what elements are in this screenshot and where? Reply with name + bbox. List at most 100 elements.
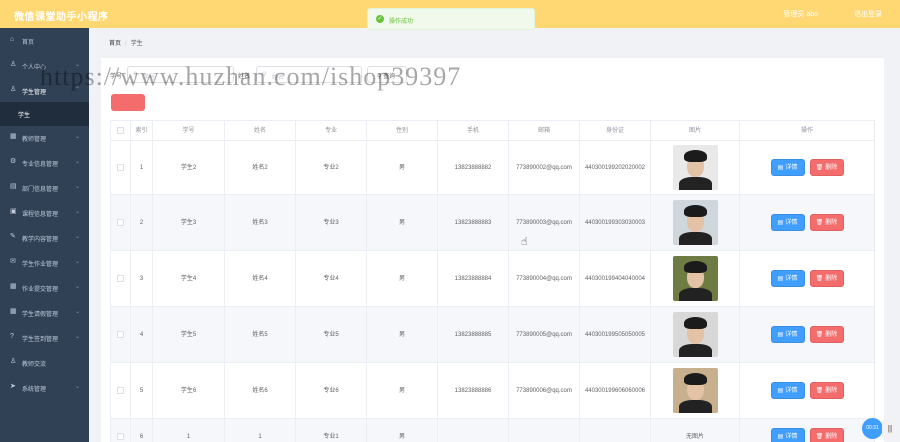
cell-email — [509, 419, 580, 442]
sidebar-item-teacher-exchange[interactable]: ♙ 教师交流 — [0, 350, 89, 375]
cell-id-card: 440300199202020002 — [580, 141, 651, 194]
row-checkbox[interactable] — [117, 164, 124, 171]
student-photo — [672, 256, 718, 301]
cell-photo — [651, 307, 740, 362]
query-button-label: ⚲ 查询 — [377, 71, 395, 80]
row-checkbox[interactable] — [117, 433, 124, 440]
cell-email: 773890003@qq.com — [509, 195, 580, 250]
delete-icon: 🗑 — [815, 331, 824, 338]
detail-icon: ▤ — [777, 275, 784, 282]
send-icon: ➤ — [10, 383, 16, 390]
sidebar-subitem-student[interactable]: 学生 — [0, 102, 89, 126]
sidebar-item-homework-management[interactable]: ✉ 学生作业管理 ⌄ — [0, 250, 89, 275]
row-checkbox[interactable] — [117, 387, 124, 394]
table-header: 索引 学号 姓名 专业 性别 手机 邮箱 身份证 图片 操作 — [111, 121, 874, 141]
cell-actions: ▤ 详情 🗑 删除 — [740, 419, 874, 442]
cell-student-id: 学生3 — [153, 195, 225, 250]
sidebar-item-label: 首页 — [22, 40, 35, 46]
select-all-cell — [111, 121, 131, 141]
cell-student-id: 1 — [153, 419, 225, 442]
chevron-down-icon: ⌄ — [74, 334, 80, 340]
col-header-major: 专业 — [296, 121, 367, 141]
home-icon: ⌂ — [10, 36, 15, 43]
detail-button-label: 详情 — [785, 275, 798, 282]
delete-button[interactable]: 🗑 删除 — [809, 326, 844, 343]
detail-button[interactable]: ▤ 详情 — [770, 214, 805, 231]
sidebar-item-department-management[interactable]: ▤ 部门信息管理 ⌄ — [0, 175, 89, 200]
col-header-index: 索引 — [131, 121, 153, 141]
delete-icon: 🗑 — [815, 387, 824, 394]
row-checkbox[interactable] — [117, 275, 124, 282]
detail-button[interactable]: ▤ 详情 — [770, 159, 805, 176]
sidebar-item-profile[interactable]: ♙ 个人中心 ⌄ — [0, 53, 89, 78]
sidebar-item-label: 专业信息管理 — [22, 162, 59, 168]
breadcrumb-home[interactable]: 首页 — [109, 41, 121, 47]
row-checkbox[interactable] — [117, 331, 124, 338]
chevron-down-icon: ⌄ — [74, 209, 80, 215]
book-icon: ✎ — [10, 233, 16, 240]
cell-actions: ▤ 详情 🗑 删除 — [740, 307, 874, 362]
cell-photo: 无图片 — [651, 419, 740, 442]
cell-major: 专业3 — [296, 195, 367, 250]
logout-link[interactable]: 退出登录 — [854, 9, 882, 19]
cell-actions: ▤ 详情 🗑 删除 — [740, 141, 874, 194]
sidebar-item-leave-management[interactable]: ▦ 学生请假管理 ⌄ — [0, 300, 89, 325]
delete-button[interactable]: 🗑 删除 — [809, 159, 844, 176]
cell-phone: 13823888885 — [438, 307, 509, 362]
sidebar-item-student-management[interactable]: ♙ 学生管理 ⌃ — [0, 78, 89, 103]
detail-button[interactable]: ▤ 详情 — [770, 428, 805, 442]
sidebar-item-label: 学生 — [18, 113, 31, 119]
detail-button[interactable]: ▤ 详情 — [770, 270, 805, 287]
sidebar-item-course-management[interactable]: ▣ 课程信息管理 ⌄ — [0, 200, 89, 225]
sidebar-item-home[interactable]: ⌂ 首页 — [0, 28, 89, 53]
user-icon: ♙ — [10, 358, 17, 365]
student-id-placeholder: 学号 — [143, 75, 156, 81]
detail-button-label: 详情 — [785, 433, 798, 440]
row-select-cell — [111, 251, 131, 306]
select-all-checkbox[interactable] — [117, 127, 124, 134]
pause-icon[interactable]: || — [882, 420, 898, 438]
cell-gender: 男 — [367, 363, 438, 418]
chevron-down-icon: ⌄ — [74, 62, 80, 68]
cell-major: 专业1 — [296, 419, 367, 442]
detail-button[interactable]: ▤ 详情 — [770, 326, 805, 343]
row-select-cell — [111, 195, 131, 250]
delete-button[interactable]: 🗑 删除 — [809, 214, 844, 231]
cell-name: 姓名2 — [225, 141, 296, 194]
detail-button[interactable]: ▤ 详情 — [770, 382, 805, 399]
student-photo — [672, 368, 718, 413]
sidebar-item-submission-management[interactable]: ▦ 作业提交管理 ⌄ — [0, 275, 89, 300]
delete-button[interactable]: 🗑 删除 — [809, 382, 844, 399]
col-header-email: 邮箱 — [509, 121, 580, 141]
delete-button[interactable]: 🗑 删除 — [809, 428, 844, 442]
batch-delete-button[interactable] — [111, 94, 145, 111]
student-id-label: 学号 — [110, 74, 123, 80]
action-buttons: ▤ 详情 🗑 删除 — [770, 326, 844, 343]
student-id-input[interactable]: ⚲ 学号 — [127, 66, 234, 83]
sidebar-item-major-management[interactable]: ⚙ 专业信息管理 ⌄ — [0, 150, 89, 175]
cell-id-card: 440300199303030003 — [580, 195, 651, 250]
student-photo — [672, 145, 718, 190]
delete-button-label: 删除 — [825, 331, 838, 338]
detail-button-label: 详情 — [785, 219, 798, 226]
sidebar-item-signin-management[interactable]: ? 学生签到管理 ⌄ — [0, 325, 89, 350]
sidebar-item-teacher-management[interactable]: ▦ 教师管理 ⌄ — [0, 125, 89, 150]
sidebar-item-system-management[interactable]: ➤ 系统管理 ⌄ — [0, 375, 89, 400]
delete-button[interactable]: 🗑 删除 — [809, 270, 844, 287]
recording-timer[interactable]: 00:31 — [862, 418, 883, 439]
cell-phone — [438, 419, 509, 442]
breadcrumb: 首页 / 学生 — [109, 38, 143, 47]
name-input[interactable]: ⚲ 姓名 — [256, 66, 362, 83]
sidebar: ⌂ 首页 ♙ 个人中心 ⌄ ♙ 学生管理 ⌃ 学生 ▦ 教师管理 ⌄ ⚙ 专业信… — [0, 28, 89, 442]
chevron-down-icon: ⌄ — [74, 259, 80, 265]
row-checkbox[interactable] — [117, 219, 124, 226]
cell-email: 773890006@qq.com — [509, 363, 580, 418]
query-button[interactable]: ⚲ 查询 — [367, 66, 407, 83]
document-icon: ▣ — [10, 208, 17, 215]
chevron-down-icon: ⌄ — [74, 234, 80, 240]
student-table: 索引 学号 姓名 专业 性别 手机 邮箱 身份证 图片 操作 1 学生2 姓名2 专业… — [110, 120, 875, 442]
cell-student-id: 学生5 — [153, 307, 225, 362]
sidebar-item-teaching-content[interactable]: ✎ 教学内容管理 ⌄ — [0, 225, 89, 250]
grid-icon: ▦ — [10, 133, 17, 140]
cell-gender: 男 — [367, 141, 438, 194]
